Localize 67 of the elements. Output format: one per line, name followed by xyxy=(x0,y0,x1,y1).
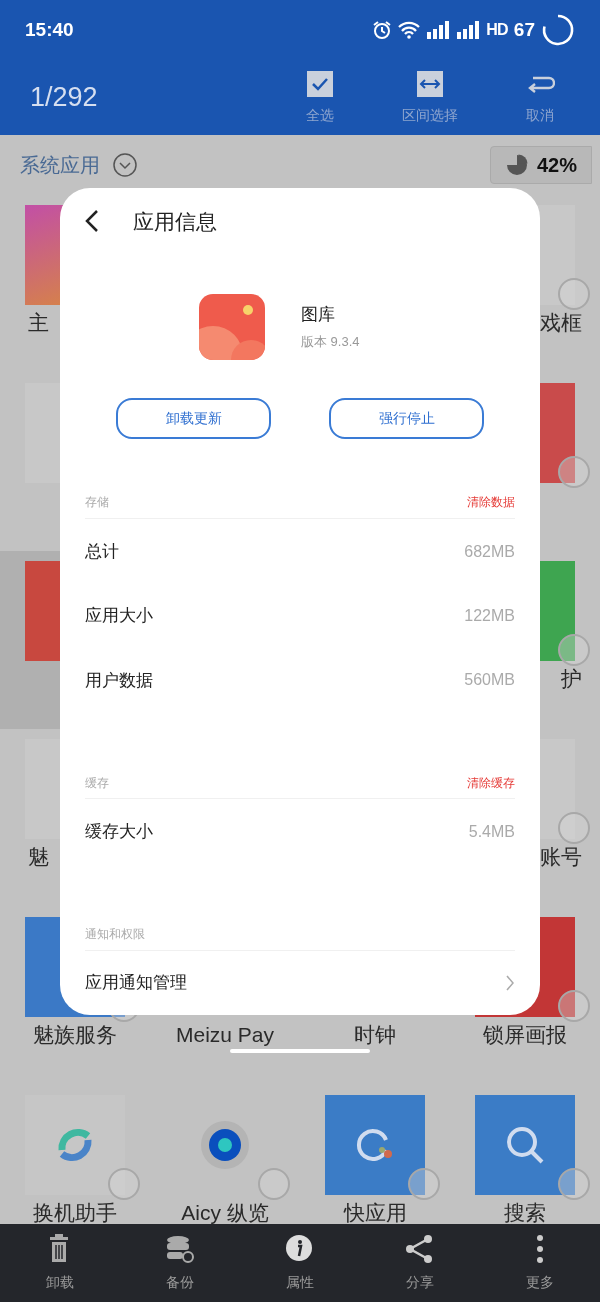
nav-button[interactable]: 属性 xyxy=(260,1233,340,1293)
row-label: 应用通知管理 xyxy=(85,972,187,995)
battery-ring-icon xyxy=(541,13,575,47)
toolbar-button[interactable]: 取消 xyxy=(500,69,580,126)
row-label: 应用大小 xyxy=(85,605,153,628)
pie-chart-icon xyxy=(504,153,529,177)
info-icon xyxy=(285,1233,315,1264)
nav-button[interactable]: 备份 xyxy=(140,1233,220,1293)
nav-button[interactable]: 更多 xyxy=(500,1233,580,1293)
app-label: 护 xyxy=(561,666,582,692)
app-label: 换机助手 xyxy=(33,1200,117,1224)
app-label: Aicy 纵览 xyxy=(181,1200,269,1224)
toolbar-button[interactable]: 全选 xyxy=(280,69,360,126)
row-value: 560MB xyxy=(464,670,515,691)
signal-icon xyxy=(456,21,481,39)
alarm-icon xyxy=(372,20,393,40)
battery-level: 67 xyxy=(513,17,535,42)
section-header: 存储 xyxy=(85,494,109,512)
app-label: 锁屏画报 xyxy=(483,1022,567,1048)
clear-link[interactable]: 清除数据 xyxy=(467,493,515,512)
wifi-icon xyxy=(398,21,421,39)
clock-time: 15:40 xyxy=(25,17,74,42)
nav-button[interactable]: 分享 xyxy=(380,1233,460,1293)
storage-badge[interactable]: 42% xyxy=(489,146,592,184)
app-label: 主 xyxy=(28,310,49,336)
row-label: 总计 xyxy=(85,540,119,563)
app-label: 搜索 xyxy=(504,1200,546,1224)
network-type: HD xyxy=(486,20,508,40)
row-value: 122MB xyxy=(464,605,515,626)
section-header: 通知和权限 xyxy=(85,925,145,943)
chevron-down-circle-icon xyxy=(112,152,138,178)
row-label: 缓存大小 xyxy=(85,820,153,843)
row-value: 5.4MB xyxy=(468,821,515,842)
outlined-button[interactable]: 卸载更新 xyxy=(116,397,271,439)
share-icon xyxy=(405,1233,435,1264)
app-icon[interactable] xyxy=(475,1095,575,1195)
dot-icon xyxy=(200,1120,250,1170)
app-icon[interactable] xyxy=(325,1095,425,1195)
app-label: 魅 xyxy=(28,844,49,870)
toolbar-button[interactable]: 区间选择 xyxy=(390,69,470,126)
app-label: 魅族服务 xyxy=(33,1022,117,1048)
app-name: 图库 xyxy=(301,304,336,327)
app-version: 版本 9.3.4 xyxy=(301,332,361,351)
selection-count: 1/292 xyxy=(30,81,98,115)
signal-icon xyxy=(426,21,451,39)
nav-button[interactable]: 卸载 xyxy=(20,1233,100,1293)
outlined-button[interactable]: 强行停止 xyxy=(329,397,484,439)
range-icon xyxy=(415,69,445,99)
more-icon xyxy=(534,1233,546,1264)
app-icon[interactable] xyxy=(25,1095,125,1195)
database-icon xyxy=(165,1233,195,1264)
clear-link[interactable]: 清除缓存 xyxy=(467,773,515,792)
gallery-app-icon xyxy=(199,293,265,360)
checkbox-icon xyxy=(305,69,335,99)
category-title: 系统应用 xyxy=(20,153,100,178)
row-value: 682MB xyxy=(464,541,515,562)
back-icon xyxy=(85,209,99,234)
row-label: 用户数据 xyxy=(85,669,153,692)
app-label: 戏框 xyxy=(540,310,582,336)
dialog-title: 应用信息 xyxy=(133,208,217,235)
app-label: 账号 xyxy=(540,844,582,870)
app-label: 时钟 xyxy=(354,1022,396,1048)
app-label: Meizu Pay xyxy=(175,1022,274,1048)
app-label: 快应用 xyxy=(343,1200,407,1224)
chevron-right-icon xyxy=(505,973,515,992)
notification-row[interactable]: 应用通知管理 xyxy=(85,950,515,1015)
section-header: 缓存 xyxy=(85,774,109,792)
